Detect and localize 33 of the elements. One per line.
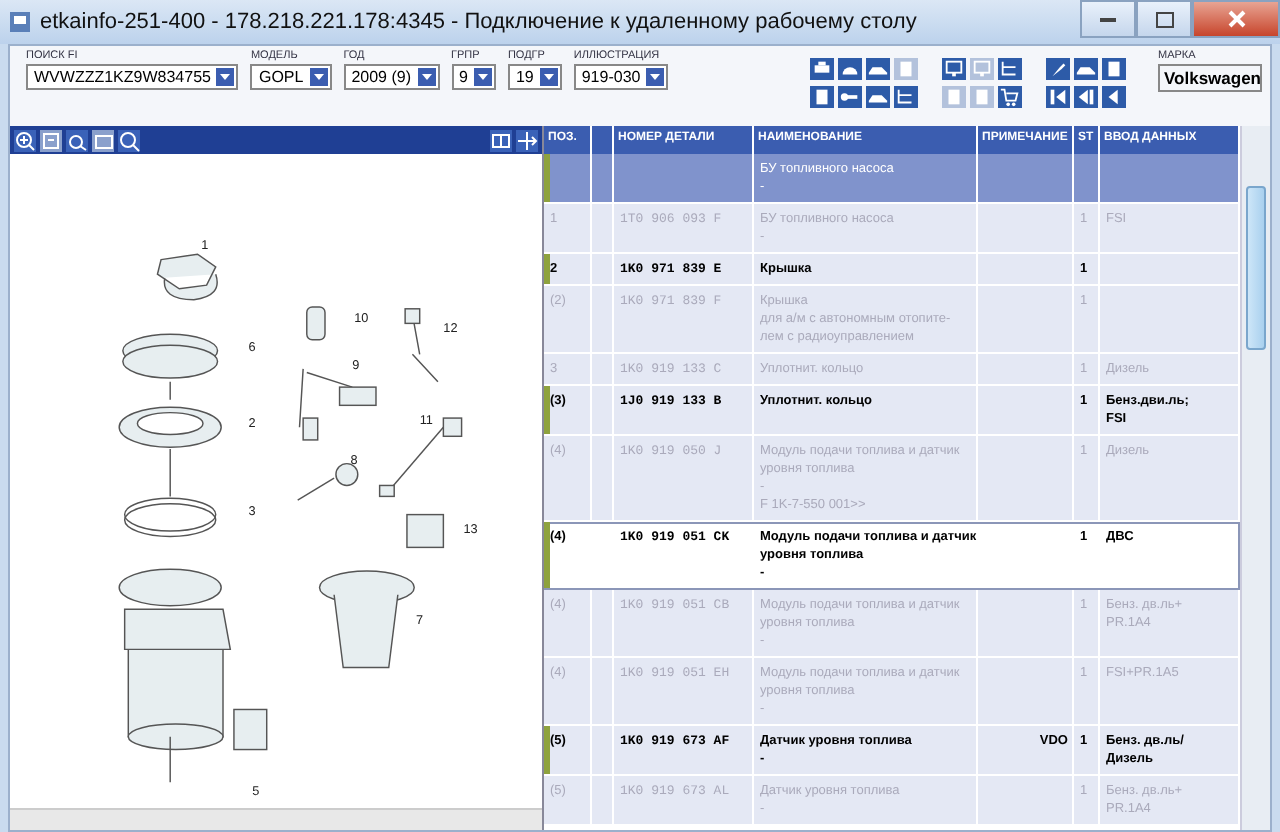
window-title: etkainfo-251-400 - 178.218.221.178:4345 - Подключение к удаленному рабочему столу — [40, 10, 919, 34]
tree-icon[interactable] — [998, 58, 1022, 80]
previous-icon[interactable] — [1074, 86, 1098, 108]
document-icon[interactable] — [1102, 58, 1126, 80]
filter-dropdown[interactable]: 9 — [451, 64, 496, 90]
close-button[interactable] — [1192, 0, 1280, 38]
cart-icon[interactable] — [998, 86, 1022, 108]
split-icon[interactable] — [516, 129, 538, 151]
key-icon[interactable] — [838, 86, 862, 108]
back-icon[interactable] — [1102, 86, 1126, 108]
search-icon[interactable] — [118, 129, 140, 151]
tree-icon[interactable] — [894, 86, 918, 108]
minimize-button[interactable] — [1080, 0, 1136, 38]
filter-dropdown[interactable]: GOPL — [250, 64, 332, 90]
zoom-in-icon[interactable] — [14, 129, 36, 151]
layout-icon[interactable] — [490, 129, 512, 151]
zoom-fit-icon[interactable] — [66, 129, 88, 151]
scrollbar[interactable] — [1240, 126, 1270, 830]
close-icon — [1227, 10, 1245, 28]
minimize-icon — [1100, 16, 1116, 22]
maximize-button[interactable] — [1136, 0, 1192, 38]
document-icon[interactable] — [810, 86, 834, 108]
first-page-icon[interactable] — [1046, 86, 1070, 108]
maximize-icon — [1155, 11, 1173, 27]
filter-dropdown[interactable]: 919-030 — [573, 64, 669, 90]
monitor-icon[interactable] — [942, 58, 966, 80]
filter-dropdown[interactable]: 19 — [507, 64, 562, 90]
app-icon — [8, 10, 32, 34]
brand-field[interactable]: Volkswagen — [1158, 64, 1262, 92]
filter-dropdown[interactable]: 2009 (9) — [343, 64, 439, 90]
horizontal-scrollbar[interactable] — [10, 808, 542, 830]
printer-icon[interactable] — [810, 58, 834, 80]
filter-dropdown[interactable]: WVWZZZ1KZ9W834755 — [26, 64, 239, 90]
